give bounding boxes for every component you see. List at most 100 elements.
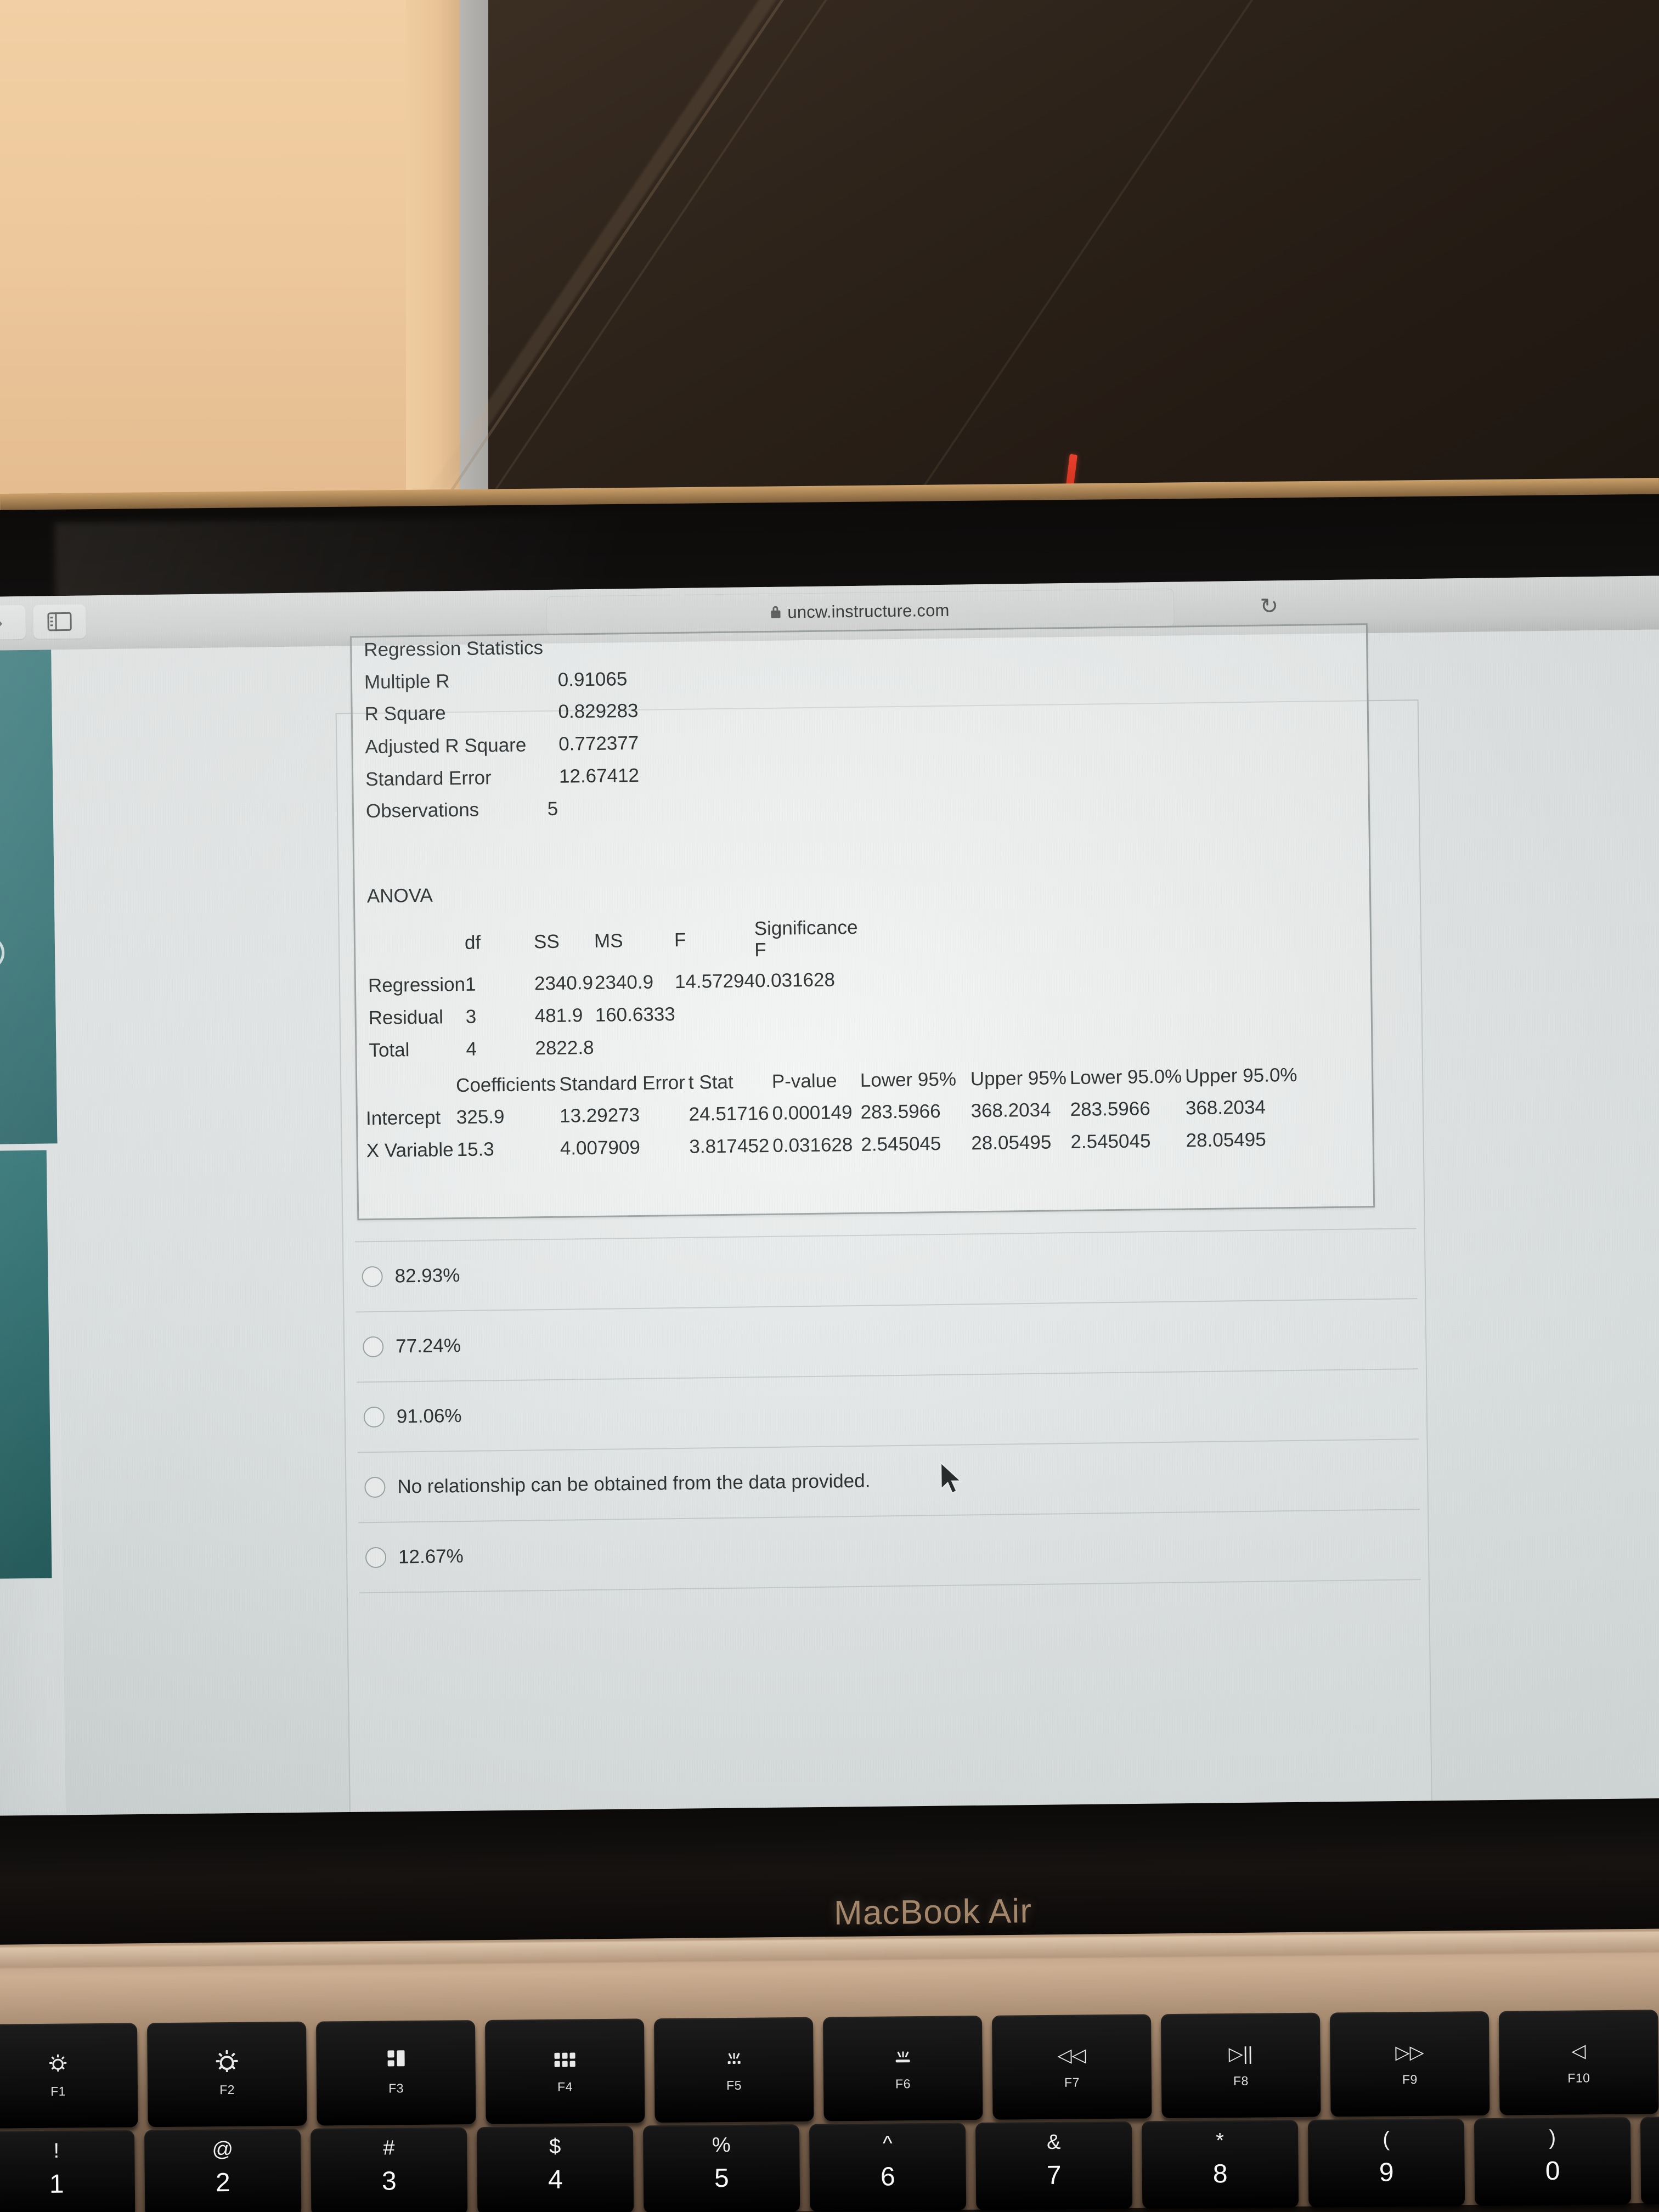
coef-cell: 24.51716 [689, 1102, 769, 1125]
canvas-global-nav-lower[interactable] [0, 1150, 52, 1579]
table-header-row: df SS MS F Significance F [368, 917, 859, 970]
stat-value: 0.829283 [558, 700, 639, 723]
key-f4[interactable]: F4 [484, 2018, 645, 2124]
anova-header: F [674, 929, 686, 951]
key-f1[interactable]: F1 [0, 2023, 138, 2129]
key-9[interactable]: ( 9 [1307, 2118, 1465, 2208]
key-4[interactable]: $ 4 [476, 2125, 634, 2212]
coef-cell: 0.000149 [772, 1102, 853, 1124]
key-f6[interactable]: F6 [822, 2016, 983, 2121]
answer-option-label: 82.93% [394, 1265, 460, 1287]
key-f9-label: F9 [1402, 2072, 1418, 2086]
radio-button-icon[interactable] [362, 1266, 383, 1288]
key-minus[interactable]: — - [1640, 2116, 1659, 2205]
key-f8[interactable]: ▷|| F8 [1160, 2012, 1321, 2119]
key-f7[interactable]: ◁◁ F7 [991, 2014, 1152, 2120]
function-key-row: F1 F2 F3 F4 F5 F6 ◁◁ F7 ▷|| F8 ▷▷ F9 ◁ F… [0, 2010, 1659, 2129]
answer-option[interactable]: No relationship can be obtained from the… [357, 1438, 1420, 1522]
key-0-symbol: ) [1549, 2126, 1556, 2150]
radio-button-icon[interactable] [363, 1406, 385, 1428]
coef-cell: 368.2034 [1185, 1096, 1266, 1119]
brightness-up-icon [216, 2050, 238, 2073]
key-6-symbol: ^ [882, 2132, 893, 2155]
coef-header: Upper 95% [970, 1067, 1067, 1090]
answer-option[interactable]: 91.06% [357, 1368, 1419, 1452]
key-6[interactable]: ^ 6 [809, 2123, 967, 2212]
key-2-symbol: @ [212, 2137, 234, 2162]
key-f5[interactable]: F5 [653, 2017, 814, 2123]
key-2[interactable]: @ 2 [144, 2128, 302, 2212]
answer-option-label: No relationship can be obtained from the… [397, 1470, 871, 1498]
key-f6-label: F6 [895, 2076, 911, 2091]
mute-icon: ◁ [1571, 2040, 1586, 2062]
coef-cell: 13.29273 [559, 1104, 640, 1127]
key-f10-label: F10 [1567, 2070, 1590, 2085]
anova-cell [675, 997, 755, 1030]
photo-scene: › uncw.instructure.com ↻ W [0, 0, 1659, 2212]
anova-cell: 14.57294 [674, 970, 755, 993]
anova-table: df SS MS F Significance F Regression 1 2… [368, 917, 860, 1066]
answer-option[interactable]: 77.24% [356, 1298, 1418, 1382]
table-row: Multiple R 0.91065 [364, 663, 638, 698]
coef-cell: 283.5966 [1070, 1098, 1150, 1121]
launchpad-icon [554, 2049, 575, 2070]
key-f9[interactable]: ▷▷ F9 [1329, 2011, 1490, 2117]
stat-label: R Square [364, 702, 446, 725]
coef-header: Lower 95.0% [1069, 1065, 1182, 1089]
coef-header: Standard Error [559, 1072, 686, 1096]
anova-header [368, 922, 465, 970]
stat-label: Standard Error [365, 767, 492, 791]
key-8-number: 8 [1212, 2159, 1228, 2189]
radio-button-icon[interactable] [362, 1336, 384, 1358]
answer-option[interactable]: 82.93% [354, 1228, 1418, 1312]
key-7-symbol: & [1046, 2130, 1061, 2154]
fast-forward-icon: ▷▷ [1395, 2041, 1424, 2063]
mission-control-icon [387, 2050, 405, 2072]
coef-header: Upper 95.0% [1184, 1064, 1297, 1087]
anova-header: Significance F [754, 916, 858, 961]
brightness-down-icon [49, 2053, 67, 2075]
browser-forward-button[interactable]: › [0, 605, 26, 640]
key-0[interactable]: ) 0 [1474, 2117, 1632, 2207]
key-2-number: 2 [215, 2168, 230, 2198]
canvas-global-nav[interactable]: W [0, 650, 58, 1144]
stat-label: Observations [365, 799, 479, 822]
key-8[interactable]: * 8 [1141, 2120, 1299, 2209]
coef-header: Coefficients [455, 1073, 556, 1097]
anova-cell: 2340.9 [594, 971, 654, 994]
key-1-number: 1 [49, 2169, 64, 2199]
anova-cell [675, 1030, 756, 1063]
key-5[interactable]: % 5 [642, 2124, 800, 2212]
coef-cell: X Variable [366, 1138, 454, 1161]
table-row: Total 4 2822.8 [369, 1028, 859, 1066]
stat-value: 5 [547, 798, 558, 820]
coef-header: Lower 95% [860, 1068, 957, 1091]
reload-button[interactable]: ↻ [1256, 594, 1282, 620]
address-bar-url: uncw.instructure.com [787, 600, 950, 622]
key-f10[interactable]: ◁ F10 [1498, 2010, 1659, 2115]
coefficients-table: Coefficients Standard Error t Stat P-val… [365, 1059, 1301, 1167]
key-f5-label: F5 [726, 2078, 742, 2092]
anova-cell: 3 [465, 1006, 477, 1028]
chevron-right-icon: › [0, 610, 3, 635]
key-f8-label: F8 [1233, 2073, 1249, 2088]
anova-cell: 1 [465, 974, 476, 996]
anova-cell: 2822.8 [535, 1036, 594, 1059]
sidebar-toggle-button[interactable] [33, 604, 86, 639]
answer-option[interactable]: 12.67% [358, 1509, 1421, 1594]
laptop-brand-label: MacBook Air [833, 1892, 1032, 1932]
coef-cell: 4.007909 [560, 1136, 641, 1159]
anova-header: MS [594, 930, 623, 952]
radio-button-icon[interactable] [365, 1547, 387, 1568]
radio-button-icon[interactable] [364, 1476, 386, 1498]
key-f2[interactable]: F2 [146, 2021, 307, 2128]
coef-cell: Intercept [365, 1107, 441, 1130]
key-1[interactable]: ! 1 [0, 2130, 136, 2212]
key-f3-label: F3 [388, 2080, 404, 2095]
key-6-number: 6 [880, 2162, 895, 2192]
key-3[interactable]: # 3 [310, 2127, 468, 2212]
answer-option-label: 91.06% [396, 1405, 462, 1427]
key-f3[interactable]: F3 [315, 2020, 476, 2126]
anova-cell [755, 996, 859, 1030]
key-7[interactable]: & 7 [975, 2121, 1133, 2211]
